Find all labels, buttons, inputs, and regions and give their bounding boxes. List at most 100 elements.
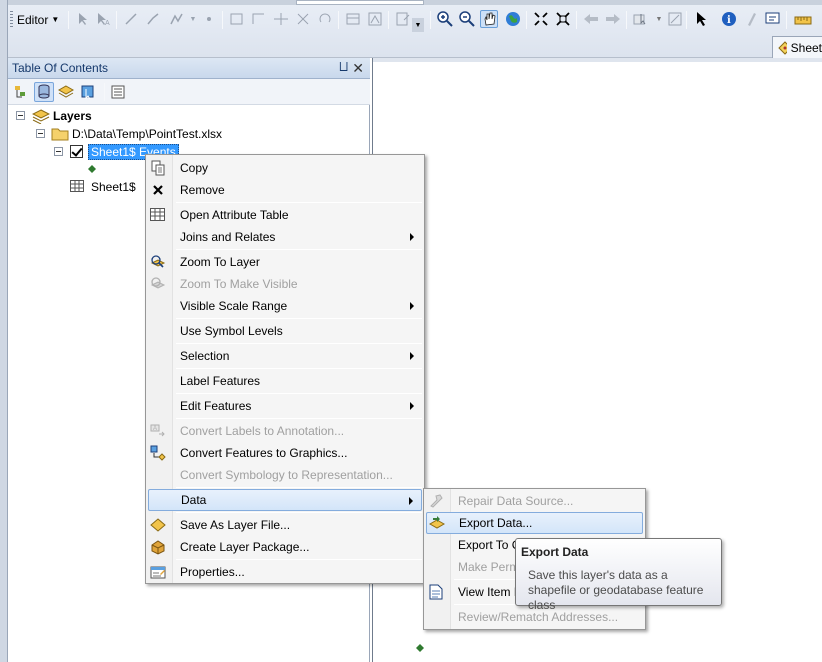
source-path-label: D:\Data\Temp\PointTest.xlsx [72, 127, 223, 141]
menu-item-label: Selection [180, 349, 230, 363]
toolbar-combo-box[interactable] [296, 0, 424, 5]
end-point-arc-icon[interactable] [144, 10, 162, 28]
identify-icon[interactable]: i [720, 10, 738, 28]
menu-item-visible-scale-range[interactable]: Visible Scale Range [148, 295, 422, 317]
menu-item-label: Save As Layer File... [180, 518, 291, 532]
menu-separator [176, 487, 422, 488]
menu-item-open-attribute-table[interactable]: Open Attribute Table [148, 204, 422, 226]
clear-selection-icon[interactable] [666, 10, 684, 28]
menu-item-properties[interactable]: Properties... [148, 561, 422, 583]
list-by-visibility-icon[interactable] [56, 82, 76, 102]
menu-item-data[interactable]: Data [148, 489, 422, 511]
toolbar-separator [338, 11, 339, 29]
toolbar-separator [576, 11, 577, 29]
sheet-window-tab[interactable]: Sheet [772, 36, 822, 58]
editor-menu[interactable]: Editor ▼ [17, 11, 59, 28]
table-label: Sheet1$ [91, 180, 136, 194]
edit-annotation-icon[interactable]: A [94, 10, 112, 28]
html-popup-icon[interactable] [764, 10, 782, 28]
zoom-visible-icon [150, 276, 166, 292]
menu-item-label: Export To C [458, 538, 521, 552]
svg-text:A: A [105, 20, 110, 26]
menu-item-copy[interactable]: Copy [148, 157, 422, 179]
select-features-icon[interactable] [632, 10, 650, 28]
toolbar-top-edge [0, 0, 822, 5]
toolbar-separator [526, 11, 527, 29]
fixed-zoom-out-icon[interactable] [554, 10, 572, 28]
point-tool-icon[interactable] [200, 10, 218, 28]
menu-item-convert-features-to-graphics[interactable]: Convert Features to Graphics... [148, 442, 422, 464]
collapse-toggle[interactable] [16, 111, 25, 120]
menu-item-joins-and-relates[interactable]: Joins and Relates [148, 226, 422, 248]
menu-item-label: Edit Features [180, 399, 252, 413]
list-by-source-icon[interactable] [34, 82, 54, 102]
submenu-item-export-data[interactable]: Export Data... [426, 512, 643, 534]
list-by-selection-icon[interactable] [78, 82, 98, 102]
menu-item-label: Convert Features to Graphics... [180, 446, 348, 460]
editor-menu-label: Editor [17, 12, 49, 27]
menu-item-label: Convert Labels to Annotation... [180, 424, 345, 438]
edit-vertices-icon[interactable] [228, 10, 246, 28]
sheet-tab-label: Sheet [790, 40, 822, 55]
hyperlink-icon[interactable] [742, 10, 760, 28]
main-toolbar: Editor ▼ A ▼ ▼ ▼ i Sheet [0, 0, 822, 58]
cut-polygons-icon[interactable] [272, 10, 290, 28]
menu-item-label: Joins and Relates [180, 230, 276, 244]
toc-title: Table Of Contents [12, 61, 109, 75]
pin-icon[interactable]: ⨆ [339, 61, 348, 74]
layer-visibility-checkbox[interactable] [70, 145, 83, 158]
reshape-icon[interactable] [250, 10, 268, 28]
list-by-drawing-order-icon[interactable] [12, 82, 32, 102]
export-data-icon [429, 516, 445, 532]
collapse-toggle[interactable] [54, 147, 63, 156]
toc-toolbar-separator [104, 83, 105, 101]
map-point-feature[interactable] [416, 644, 424, 652]
menu-item-save-as-layer-file[interactable]: Save As Layer File... [148, 514, 422, 536]
toolbar-separator [68, 11, 69, 29]
back-arrow-icon[interactable] [582, 10, 600, 28]
collapse-toggle[interactable] [36, 129, 45, 138]
menu-item-remove[interactable]: Remove [148, 179, 422, 201]
zoom-out-icon[interactable] [458, 10, 476, 28]
close-icon[interactable]: ✕ [352, 60, 364, 77]
forward-arrow-icon[interactable] [604, 10, 622, 28]
menu-item-edit-features[interactable]: Edit Features [148, 395, 422, 417]
submenu-arrow-icon [410, 302, 414, 310]
layer-package-icon [150, 539, 166, 555]
menu-item-label: Zoom To Layer [180, 255, 260, 269]
attributes-icon[interactable] [344, 10, 362, 28]
pan-hand-icon[interactable] [480, 10, 498, 28]
menu-item-label: Make Perm [458, 560, 520, 574]
measure-ruler-icon[interactable] [794, 10, 812, 28]
menu-separator [176, 343, 422, 344]
toolbar-grip[interactable] [10, 11, 13, 28]
zoom-in-icon[interactable] [436, 10, 454, 28]
menu-item-label: Copy [180, 161, 209, 175]
svg-text:i: i [727, 15, 731, 26]
menu-separator [176, 418, 422, 419]
convert-labels-icon: A [150, 423, 166, 439]
menu-item-use-symbol-levels[interactable]: Use Symbol Levels [148, 320, 422, 342]
split-tool-icon[interactable] [294, 10, 312, 28]
select-elements-arrow-icon[interactable] [692, 10, 710, 28]
properties-icon [150, 564, 166, 580]
create-features-icon[interactable] [394, 10, 412, 28]
menu-item-label: Convert Symbology to Representation... [180, 468, 393, 482]
table-icon [150, 207, 166, 223]
menu-item-zoom-to-layer[interactable]: Zoom To Layer [148, 251, 422, 273]
menu-item-label-features[interactable]: Label Features [148, 370, 422, 392]
menu-item-create-layer-package[interactable]: Create Layer Package... [148, 536, 422, 558]
toolbar-separator [626, 11, 627, 29]
menu-item-selection[interactable]: Selection [148, 345, 422, 367]
sketch-properties-icon[interactable] [366, 10, 384, 28]
straight-segment-icon[interactable] [122, 10, 140, 28]
fixed-zoom-in-icon[interactable] [532, 10, 550, 28]
window-left-edge [0, 0, 8, 662]
menu-item-convert-symbology: Convert Symbology to Representation... [148, 464, 422, 486]
toc-options-icon[interactable] [108, 82, 128, 102]
toolbar-overflow-icon[interactable]: ▼ [412, 18, 424, 32]
full-extent-globe-icon[interactable] [504, 10, 522, 28]
edit-tool-icon[interactable] [74, 10, 92, 28]
rotate-tool-icon[interactable] [316, 10, 334, 28]
menu-item-label: Properties... [180, 565, 245, 579]
